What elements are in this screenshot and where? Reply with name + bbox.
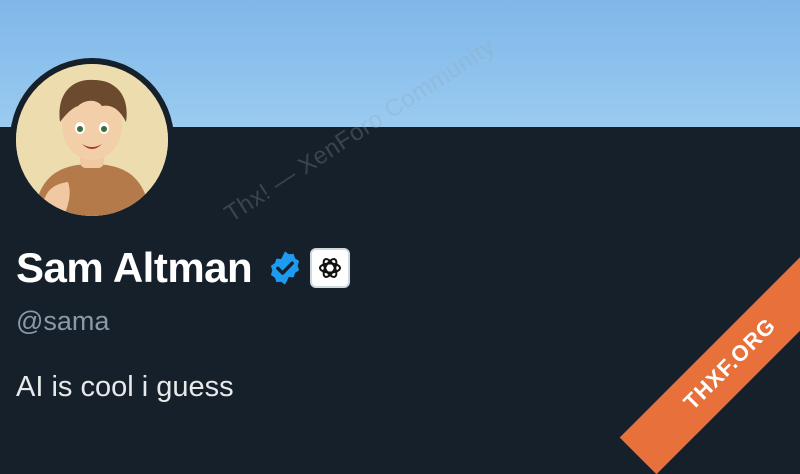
avatar[interactable] xyxy=(16,64,168,216)
profile-bio: AI is cool i guess xyxy=(16,371,234,403)
verified-badge-icon[interactable] xyxy=(266,249,304,287)
display-name: Sam Altman xyxy=(16,244,253,291)
avatar-illustration xyxy=(16,64,168,216)
openai-logo-glyph xyxy=(319,258,342,278)
name-row: Sam Altman xyxy=(16,242,351,294)
openai-logo-icon[interactable] xyxy=(310,248,351,288)
user-handle: @sama xyxy=(16,306,110,336)
